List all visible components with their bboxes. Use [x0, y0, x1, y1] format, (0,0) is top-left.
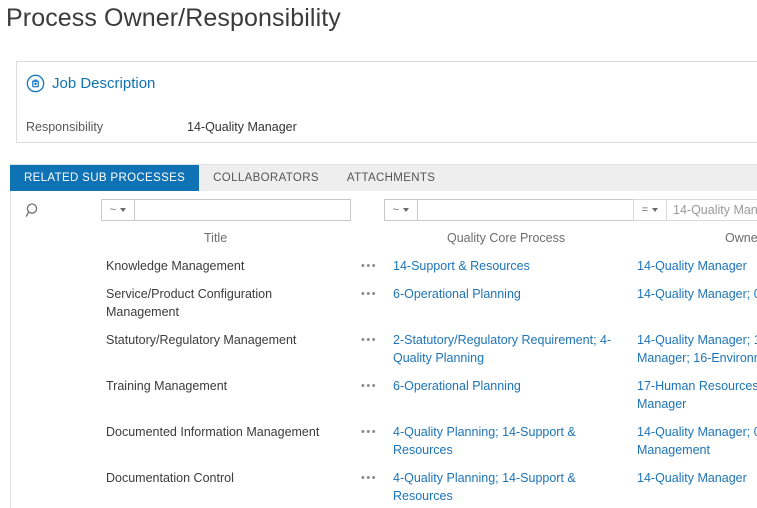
- column-header-title[interactable]: Title: [204, 231, 227, 245]
- row-quality-core-process[interactable]: 6-Operational Planning: [393, 285, 625, 303]
- tab-collaborators[interactable]: COLLABORATORS: [199, 165, 333, 191]
- chevron-down-icon: [120, 208, 127, 212]
- row-owner-line-2: Management: [637, 443, 710, 457]
- owner-filter-operator-symbol: =: [641, 203, 649, 216]
- chevron-down-icon: [403, 208, 410, 212]
- row-menu-button[interactable]: •••: [361, 285, 383, 300]
- title-filter: ~: [101, 199, 351, 221]
- job-description-card: Job Description Responsibility 14-Qualit…: [16, 61, 757, 143]
- chevron-down-icon: [652, 208, 659, 212]
- row-owner[interactable]: 17-Human Resources/ Manager: [637, 377, 757, 413]
- row-owner[interactable]: 14-Quality Manager; 1 Manager; 16-Enviro…: [637, 331, 757, 367]
- tab-bar: RELATED SUB PROCESSES COLLABORATORS ATTA…: [10, 164, 757, 191]
- column-headers: Title Quality Core Process Owner: [11, 231, 757, 253]
- row-title: Documented Information Management: [106, 425, 320, 439]
- row-owner-line-1: 14-Quality Manager; 0: [637, 425, 757, 439]
- row-title: Documentation Control: [106, 471, 234, 485]
- row-title: Statutory/Regulatory Management: [106, 333, 297, 347]
- responsibility-value: 14-Quality Manager: [187, 120, 297, 134]
- row-quality-core-process[interactable]: 14-Support & Resources: [393, 257, 625, 275]
- search-icon[interactable]: [25, 202, 42, 219]
- row-quality-core-process[interactable]: 4-Quality Planning; 14-Support & Resourc…: [393, 469, 625, 505]
- row-owner-line-2: Manager; 16-Environm: [637, 351, 757, 365]
- row-owner-line-2: Manager: [637, 397, 687, 411]
- row-quality-core-process[interactable]: 6-Operational Planning: [393, 377, 625, 395]
- row-owner-line-1: 14-Quality Manager; 1: [637, 333, 757, 347]
- process-filter-input[interactable]: [418, 200, 633, 220]
- owner-filter: =: [633, 199, 757, 221]
- title-filter-input[interactable]: [135, 200, 350, 220]
- process-filter-operator-symbol: ~: [392, 203, 400, 216]
- column-header-owner[interactable]: Owner: [725, 231, 757, 245]
- filter-row: ~ ~ =: [11, 191, 757, 231]
- table-body: Knowledge Management ••• 14-Support & Re…: [11, 253, 757, 508]
- table-row[interactable]: Documented Information Management ••• 4-…: [11, 419, 757, 465]
- table-row[interactable]: Knowledge Management ••• 14-Support & Re…: [11, 253, 757, 281]
- responsibility-label: Responsibility: [26, 120, 104, 134]
- row-title: Service/Product Configuration Management: [106, 287, 273, 319]
- page-root: Process Owner/Responsibility Job Descrip…: [0, 0, 757, 508]
- row-menu-button[interactable]: •••: [361, 377, 383, 392]
- table-row[interactable]: Statutory/Regulatory Management ••• 2-St…: [11, 327, 757, 373]
- tab-related-sub-processes[interactable]: RELATED SUB PROCESSES: [10, 165, 200, 191]
- job-description-header[interactable]: Job Description: [26, 74, 155, 93]
- row-menu-button[interactable]: •••: [361, 257, 383, 272]
- column-header-quality-core-process[interactable]: Quality Core Process: [447, 231, 565, 245]
- row-quality-core-process[interactable]: 2-Statutory/Regulatory Requirement; 4-Qu…: [393, 331, 625, 367]
- row-owner[interactable]: 14-Quality Manager: [637, 257, 757, 275]
- related-sub-processes-panel: ~ ~ = Title: [10, 191, 757, 508]
- row-owner-line-1: 14-Quality Manager; 0: [637, 287, 757, 301]
- row-owner-line-1: 17-Human Resources/: [637, 379, 757, 393]
- table-row[interactable]: Training Management ••• 6-Operational Pl…: [11, 373, 757, 419]
- process-filter-operator[interactable]: ~: [385, 200, 418, 220]
- owner-filter-input[interactable]: [667, 200, 757, 220]
- row-menu-button[interactable]: •••: [361, 469, 383, 484]
- row-menu-button[interactable]: •••: [361, 423, 383, 438]
- page-title: Process Owner/Responsibility: [6, 4, 341, 32]
- row-owner-line-1: 14-Quality Manager: [637, 471, 747, 485]
- tab-attachments[interactable]: ATTACHMENTS: [333, 165, 449, 191]
- row-title: Training Management: [106, 379, 228, 393]
- row-owner[interactable]: 14-Quality Manager: [637, 469, 757, 487]
- document-badge-icon: [26, 74, 45, 93]
- row-owner[interactable]: 14-Quality Manager; 0: [637, 285, 757, 303]
- job-description-title: Job Description: [52, 75, 156, 92]
- row-quality-core-process[interactable]: 4-Quality Planning; 14-Support & Resourc…: [393, 423, 625, 459]
- process-filter: ~: [384, 199, 634, 221]
- table-row[interactable]: Service/Product Configuration Management…: [11, 281, 757, 327]
- row-title: Knowledge Management: [106, 259, 245, 273]
- row-menu-button[interactable]: •••: [361, 331, 383, 346]
- table-row[interactable]: Documentation Control ••• 4-Quality Plan…: [11, 465, 757, 508]
- row-owner-line-1: 14-Quality Manager: [637, 259, 747, 273]
- row-owner[interactable]: 14-Quality Manager; 0 Management: [637, 423, 757, 459]
- title-filter-operator-symbol: ~: [109, 203, 117, 216]
- owner-filter-operator[interactable]: =: [634, 200, 667, 220]
- title-filter-operator[interactable]: ~: [102, 200, 135, 220]
